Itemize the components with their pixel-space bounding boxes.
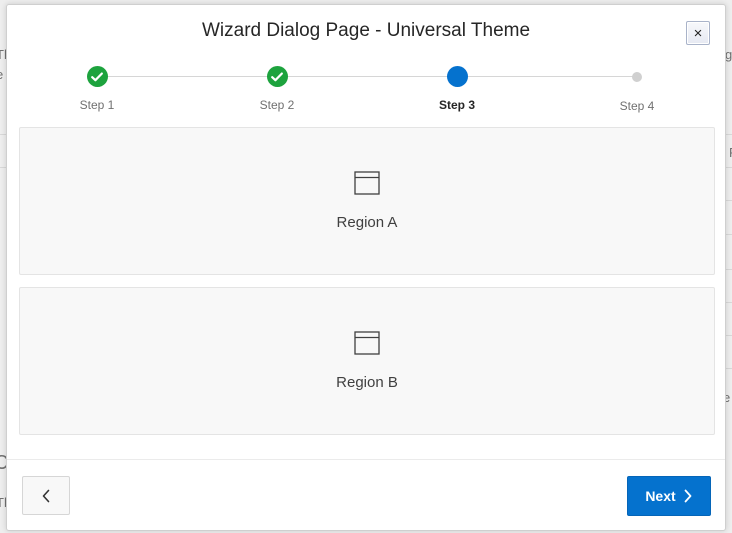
background-divider — [726, 269, 732, 270]
region-b: Region B — [19, 287, 715, 435]
next-button-label: Next — [645, 488, 676, 504]
background-divider — [726, 234, 732, 235]
dialog-title: Wizard Dialog Page - Universal Theme — [201, 20, 531, 41]
step-label: Step 2 — [259, 98, 295, 112]
wizard-step-1: Step 1 — [47, 65, 147, 112]
background-divider — [726, 368, 732, 369]
step-label: Step 4 — [619, 99, 655, 113]
window-icon — [354, 331, 380, 355]
background-divider — [726, 302, 732, 303]
checkmark-icon — [271, 72, 283, 81]
close-icon: × — [693, 24, 703, 42]
background-text-fragment: g — [725, 47, 732, 62]
wizard-dialog: Wizard Dialog Page - Universal Theme × S… — [6, 4, 726, 531]
chevron-right-icon — [684, 489, 692, 503]
wizard-track — [97, 76, 637, 77]
region-title: Region A — [336, 214, 398, 231]
close-button[interactable]: × — [686, 21, 710, 45]
wizard-step-3: Step 3 — [407, 65, 507, 112]
region-a: Region A — [19, 127, 715, 275]
step-complete-marker — [266, 66, 288, 87]
window-icon — [354, 171, 380, 195]
chevron-left-icon — [42, 489, 50, 502]
footer-divider — [7, 459, 725, 460]
step-current-marker — [446, 66, 468, 87]
step-label: Step 3 — [438, 98, 475, 112]
step-label: Step 1 — [79, 98, 115, 112]
background-divider — [726, 134, 732, 135]
region-title: Region B — [336, 374, 398, 391]
background-text-fragment: e — [0, 67, 3, 82]
wizard-progress: Step 1 Step 2 Step 3 Step 4 — [7, 65, 727, 125]
step-complete-marker — [86, 66, 108, 87]
wizard-step-4: Step 4 — [587, 65, 687, 113]
background-divider — [726, 200, 732, 201]
background-divider — [726, 167, 732, 168]
step-future-marker — [632, 72, 642, 82]
previous-button[interactable] — [22, 476, 70, 515]
background-divider — [726, 335, 732, 336]
next-button[interactable]: Next — [627, 476, 711, 516]
checkmark-icon — [91, 72, 103, 81]
wizard-step-2: Step 2 — [227, 65, 327, 112]
